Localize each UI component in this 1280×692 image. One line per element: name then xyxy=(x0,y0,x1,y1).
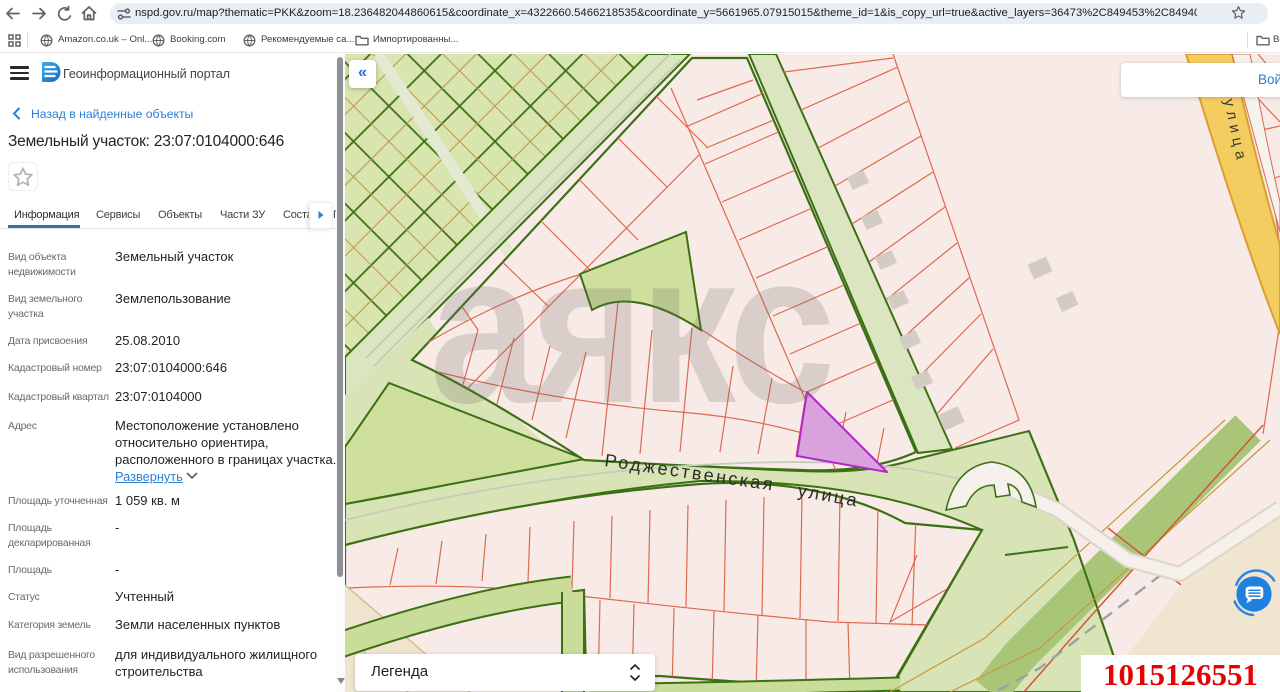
svg-text:аякс: аякс xyxy=(430,209,831,449)
